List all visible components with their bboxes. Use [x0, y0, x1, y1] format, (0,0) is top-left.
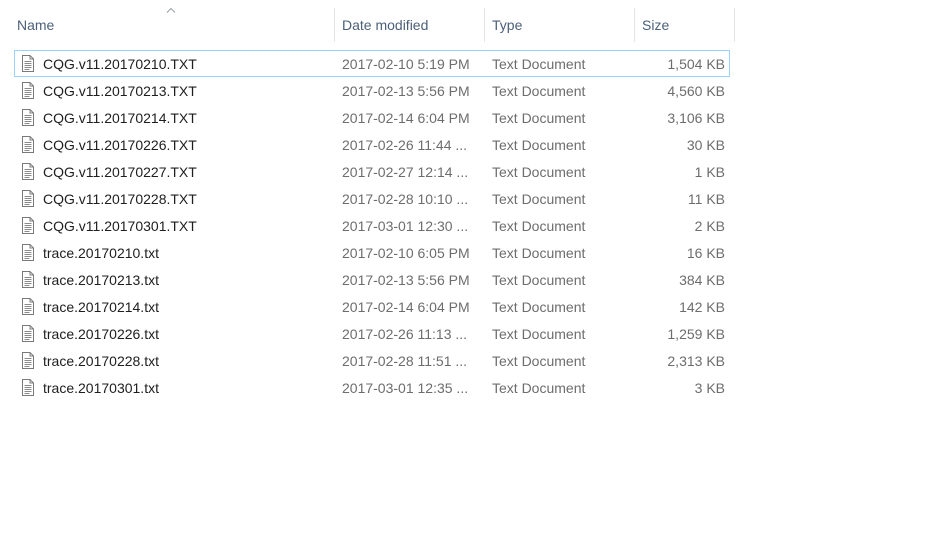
file-size: 3 KB: [694, 380, 725, 396]
file-date-modified: 2017-02-26 11:13 ...: [342, 326, 468, 342]
file-date-modified: 2017-02-14 6:04 PM: [342, 299, 470, 315]
file-size: 2 KB: [694, 218, 725, 234]
column-header-row: Name Date modified Type Size: [0, 0, 735, 50]
text-document-icon: [22, 163, 34, 180]
file-name: trace.20170214.txt: [43, 299, 159, 315]
file-row[interactable]: trace.20170213.txt 2017-02-13 5:56 PM Te…: [14, 266, 730, 293]
file-name: CQG.v11.20170228.TXT: [43, 191, 197, 207]
file-type: Text Document: [492, 218, 586, 234]
column-header-name[interactable]: Name: [10, 8, 335, 42]
file-name: trace.20170226.txt: [43, 326, 159, 342]
text-document-icon: [22, 217, 34, 234]
file-type: Text Document: [492, 191, 586, 207]
file-name: trace.20170210.txt: [43, 245, 159, 261]
text-document-icon: [22, 190, 34, 207]
file-row[interactable]: trace.20170226.txt 2017-02-26 11:13 ... …: [14, 320, 730, 347]
file-type: Text Document: [492, 272, 586, 288]
file-date-modified: 2017-02-10 5:19 PM: [342, 56, 470, 72]
file-name: CQG.v11.20170226.TXT: [43, 137, 197, 153]
file-size: 4,560 KB: [667, 83, 725, 99]
text-document-icon: [22, 325, 34, 342]
file-row[interactable]: CQG.v11.20170214.TXT 2017-02-14 6:04 PM …: [14, 104, 730, 131]
file-size: 1,259 KB: [667, 326, 725, 342]
file-date-modified: 2017-02-14 6:04 PM: [342, 110, 470, 126]
file-type: Text Document: [492, 110, 586, 126]
text-document-icon: [22, 379, 34, 396]
file-row[interactable]: trace.20170210.txt 2017-02-10 6:05 PM Te…: [14, 239, 730, 266]
file-type: Text Document: [492, 83, 586, 99]
file-date-modified: 2017-02-13 5:56 PM: [342, 83, 470, 99]
file-date-modified: 2017-03-01 12:35 ...: [342, 380, 469, 396]
column-header-date-modified[interactable]: Date modified: [335, 8, 485, 42]
file-type: Text Document: [492, 137, 586, 153]
file-row[interactable]: trace.20170214.txt 2017-02-14 6:04 PM Te…: [14, 293, 730, 320]
file-size: 142 KB: [679, 299, 725, 315]
file-type: Text Document: [492, 380, 586, 396]
file-name: CQG.v11.20170210.TXT: [43, 56, 197, 72]
file-type: Text Document: [492, 326, 586, 342]
file-row[interactable]: trace.20170228.txt 2017-02-28 11:51 ... …: [14, 347, 730, 374]
file-row[interactable]: CQG.v11.20170227.TXT 2017-02-27 12:14 ..…: [14, 158, 730, 185]
file-row[interactable]: trace.20170301.txt 2017-03-01 12:35 ... …: [14, 374, 730, 401]
file-date-modified: 2017-02-26 11:44 ...: [342, 137, 468, 153]
text-document-icon: [22, 271, 34, 288]
file-name: CQG.v11.20170227.TXT: [43, 164, 197, 180]
file-row[interactable]: CQG.v11.20170301.TXT 2017-03-01 12:30 ..…: [14, 212, 730, 239]
file-date-modified: 2017-02-27 12:14 ...: [342, 164, 469, 180]
file-type: Text Document: [492, 353, 586, 369]
file-size: 1 KB: [694, 164, 725, 180]
file-type: Text Document: [492, 164, 586, 180]
file-size: 384 KB: [679, 272, 725, 288]
file-date-modified: 2017-02-13 5:56 PM: [342, 272, 470, 288]
file-size: 3,106 KB: [667, 110, 725, 126]
text-document-icon: [22, 55, 34, 72]
file-row[interactable]: CQG.v11.20170226.TXT 2017-02-26 11:44 ..…: [14, 131, 730, 158]
file-type: Text Document: [492, 245, 586, 261]
file-name: CQG.v11.20170214.TXT: [43, 110, 197, 126]
file-size: 16 KB: [686, 245, 725, 261]
file-rows: CQG.v11.20170210.TXT 2017-02-10 5:19 PM …: [14, 50, 730, 401]
file-list-view: Name Date modified Type Size CQG.v11.201…: [0, 0, 950, 551]
text-document-icon: [22, 298, 34, 315]
file-type: Text Document: [492, 56, 586, 72]
file-date-modified: 2017-03-01 12:30 ...: [342, 218, 469, 234]
file-size: 2,313 KB: [667, 353, 725, 369]
file-row[interactable]: CQG.v11.20170228.TXT 2017-02-28 10:10 ..…: [14, 185, 730, 212]
file-size: 11 KB: [687, 191, 725, 207]
file-name: trace.20170228.txt: [43, 353, 159, 369]
file-type: Text Document: [492, 299, 586, 315]
file-row[interactable]: CQG.v11.20170210.TXT 2017-02-10 5:19 PM …: [14, 50, 730, 77]
column-header-size[interactable]: Size: [635, 8, 735, 42]
text-document-icon: [22, 109, 34, 126]
file-date-modified: 2017-02-10 6:05 PM: [342, 245, 470, 261]
text-document-icon: [22, 352, 34, 369]
file-name: trace.20170301.txt: [43, 380, 159, 396]
file-size: 30 KB: [686, 137, 725, 153]
file-row[interactable]: CQG.v11.20170213.TXT 2017-02-13 5:56 PM …: [14, 77, 730, 104]
file-name: CQG.v11.20170301.TXT: [43, 218, 197, 234]
file-size: 1,504 KB: [667, 56, 725, 72]
file-date-modified: 2017-02-28 10:10 ...: [342, 191, 469, 207]
text-document-icon: [22, 82, 34, 99]
text-document-icon: [22, 136, 34, 153]
file-name: trace.20170213.txt: [43, 272, 159, 288]
column-header-type[interactable]: Type: [485, 8, 635, 42]
file-date-modified: 2017-02-28 11:51 ...: [342, 353, 468, 369]
file-name: CQG.v11.20170213.TXT: [43, 83, 197, 99]
text-document-icon: [22, 244, 34, 261]
